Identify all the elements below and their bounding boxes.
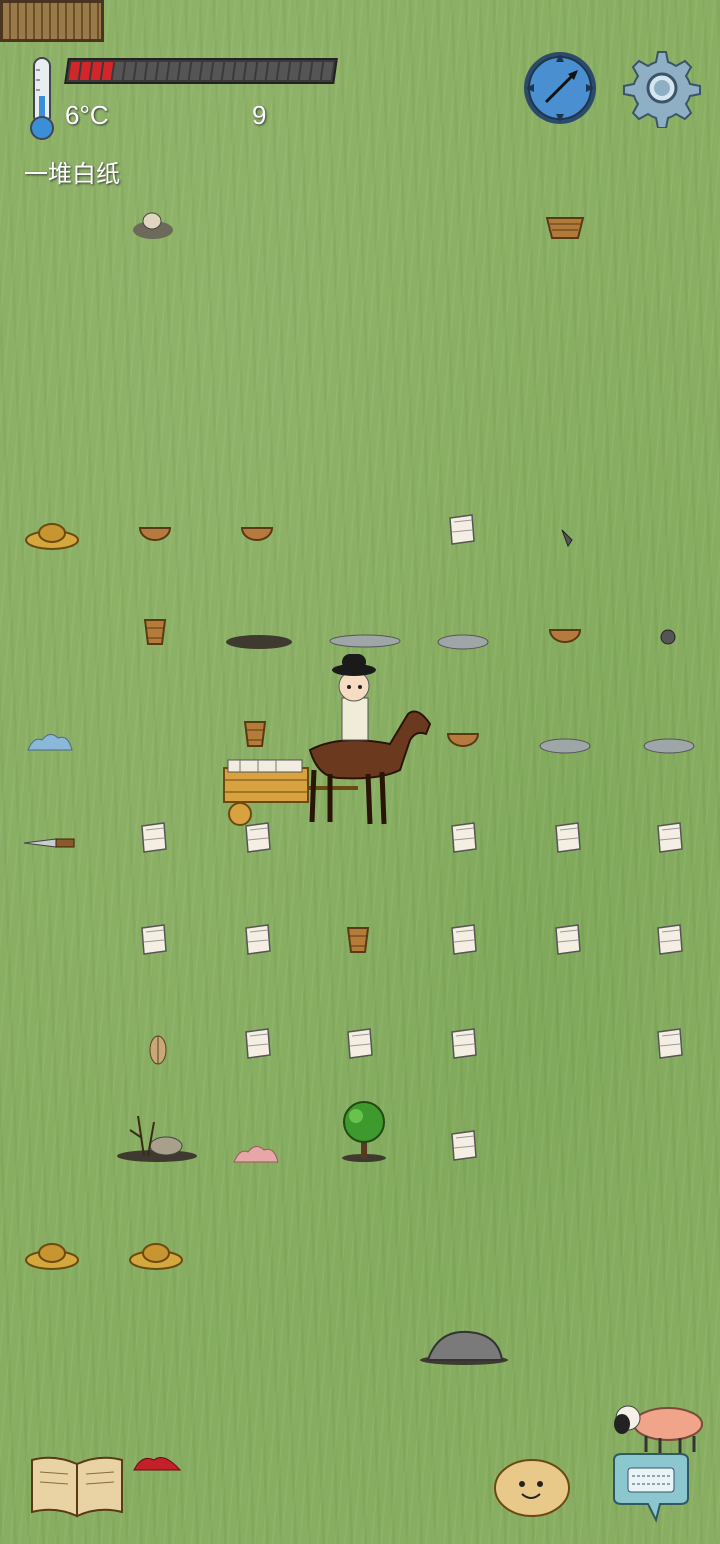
food-count: 9 <box>252 100 267 130</box>
food-pip <box>266 62 279 80</box>
dirt-mound[interactable] <box>224 630 294 650</box>
food-pip <box>244 62 257 80</box>
food-pip <box>288 62 301 80</box>
paper-stack[interactable] <box>242 922 274 960</box>
paper-stack[interactable] <box>138 820 170 858</box>
thermometer-icon <box>30 57 54 140</box>
wooden-bucket[interactable] <box>142 616 168 648</box>
straw-hat[interactable] <box>24 1238 80 1272</box>
small-tree[interactable] <box>338 1098 390 1164</box>
paper-stack[interactable] <box>448 1026 480 1064</box>
food-pip <box>178 62 191 80</box>
red-cloth-pile[interactable] <box>132 1452 182 1474</box>
food-pip <box>79 62 92 80</box>
food-pip <box>134 62 147 80</box>
food-pip <box>167 62 180 80</box>
reed-basket[interactable] <box>544 212 586 242</box>
food-pip <box>222 62 235 80</box>
straw-hat[interactable] <box>24 518 80 552</box>
food-pip <box>277 62 290 80</box>
flat-rock[interactable] <box>436 632 490 652</box>
clay-bowl[interactable] <box>446 730 480 752</box>
clay-bowl[interactable] <box>138 524 172 546</box>
food-meter <box>64 58 338 84</box>
blue-clay-pile[interactable] <box>26 730 74 754</box>
wooden-fence[interactable] <box>0 0 104 42</box>
food-pip <box>145 62 158 80</box>
flint-chip[interactable] <box>558 528 576 548</box>
wooden-bucket[interactable] <box>345 924 371 958</box>
food-pip <box>200 62 213 80</box>
flat-rock[interactable] <box>642 736 696 756</box>
round-stone[interactable] <box>658 628 678 646</box>
flat-rock[interactable] <box>538 736 592 756</box>
straw-hat[interactable] <box>128 1238 184 1272</box>
temperature-readout: 6°C <box>65 100 109 130</box>
food-pip <box>123 62 136 80</box>
food-pip <box>211 62 224 80</box>
game-world[interactable]: 6°C 9 一堆白纸 <box>0 0 720 1544</box>
paper-stack[interactable] <box>446 512 478 550</box>
keyboard-icon[interactable] <box>608 1452 694 1524</box>
food-pip <box>101 62 114 80</box>
clay-bowl[interactable] <box>240 524 274 546</box>
food-pip <box>255 62 268 80</box>
food-pip <box>156 62 169 80</box>
paper-stack[interactable] <box>242 1026 274 1064</box>
flint-knife[interactable] <box>22 836 76 850</box>
flat-rock[interactable] <box>328 632 402 650</box>
clay-bowl[interactable] <box>548 626 582 648</box>
face-icon[interactable] <box>492 1456 572 1518</box>
paper-stack[interactable] <box>242 820 274 858</box>
paper-stack[interactable] <box>138 922 170 960</box>
paper-stack[interactable] <box>448 922 480 960</box>
food-pip <box>90 62 103 80</box>
pink-clay-pile[interactable] <box>232 1144 280 1164</box>
held-item-label: 一堆白纸 <box>24 161 120 188</box>
food-pip <box>68 62 81 80</box>
paper-stack[interactable] <box>448 820 480 858</box>
food-pip <box>112 62 125 80</box>
food-pip <box>321 62 334 80</box>
big-boulder[interactable] <box>418 1326 510 1366</box>
book-icon[interactable] <box>28 1454 126 1518</box>
paper-stack[interactable] <box>654 820 686 858</box>
paper-stack[interactable] <box>552 820 584 858</box>
food-pip <box>233 62 246 80</box>
compass-icon[interactable] <box>520 48 600 128</box>
sheep[interactable] <box>608 1398 708 1456</box>
gooseberry-pod[interactable] <box>144 1030 172 1068</box>
gear-icon[interactable] <box>622 48 702 128</box>
paper-stack[interactable] <box>654 1026 686 1064</box>
paper-stack[interactable] <box>448 1128 480 1166</box>
food-pip <box>310 62 323 80</box>
food-pip <box>299 62 312 80</box>
paper-stack[interactable] <box>552 922 584 960</box>
food-pip <box>189 62 202 80</box>
player-on-horse-cart[interactable] <box>218 650 438 830</box>
paper-stack[interactable] <box>654 922 686 960</box>
dead-bush-rock[interactable] <box>114 1108 200 1164</box>
paper-stack[interactable] <box>344 1026 376 1064</box>
rabbit-hole-rock[interactable] <box>130 206 176 242</box>
